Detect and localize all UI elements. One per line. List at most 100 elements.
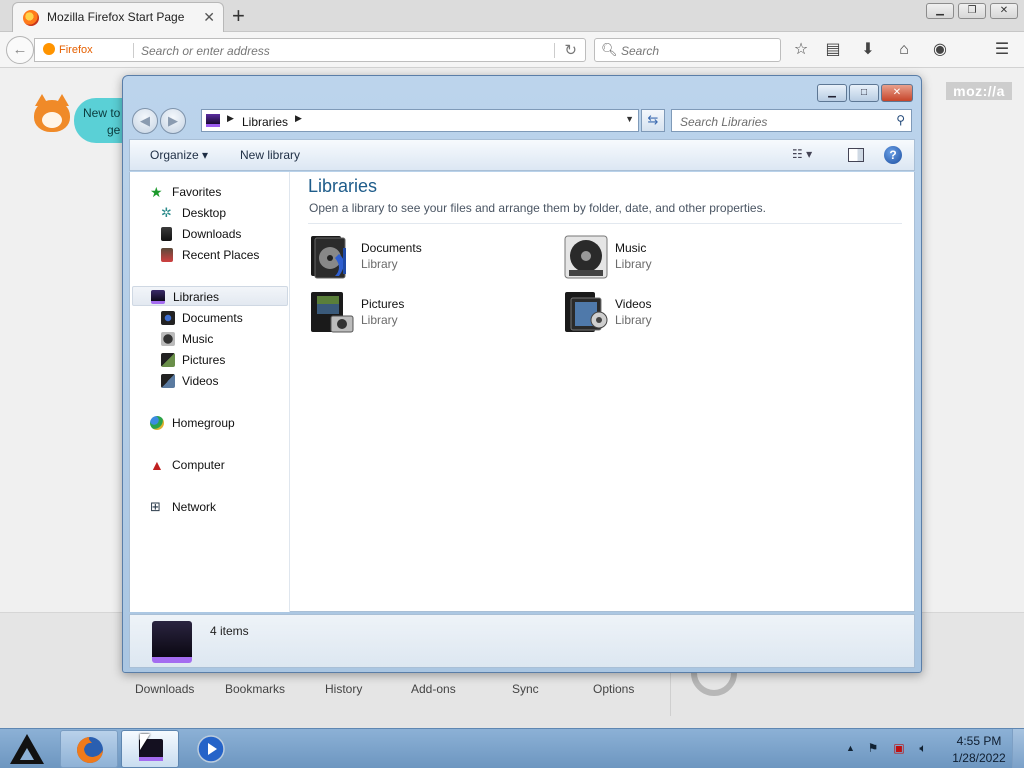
reload-icon[interactable]: ↻: [564, 41, 577, 59]
launcher-bookmarks[interactable]: Bookmarks: [225, 682, 285, 696]
organize-label: Organize: [150, 148, 199, 162]
nav-favorites[interactable]: ★ Favorites: [130, 182, 288, 202]
library-music[interactable]: Music Library: [563, 234, 793, 286]
show-hidden-icons-icon[interactable]: ▲: [846, 743, 855, 753]
nav-desktop-label: Desktop: [182, 206, 227, 220]
forward-button[interactable]: ▶: [160, 108, 186, 134]
library-documents[interactable]: Documents Library: [309, 234, 539, 286]
nav-favorites-label: Favorites: [172, 185, 222, 199]
nav-pictures[interactable]: Pictures: [130, 350, 288, 370]
nav-homegroup-label: Homegroup: [172, 416, 235, 430]
nav-computer-label: Computer: [172, 458, 225, 472]
nav-videos[interactable]: Videos: [130, 371, 288, 391]
search-input[interactable]: 🔍︎ Search: [594, 38, 781, 62]
address-bar[interactable]: ▶ Libraries ▶ ▼: [201, 109, 639, 132]
network-warning-icon[interactable]: ▣: [892, 741, 906, 755]
nav-homegroup[interactable]: Homegroup: [130, 413, 288, 433]
address-dropdown-icon[interactable]: ▼: [625, 114, 634, 124]
nav-network-label: Network: [172, 500, 217, 514]
new-tab-button[interactable]: +: [232, 3, 245, 29]
library-type: Library: [361, 313, 398, 327]
page-title: Libraries: [308, 176, 378, 196]
pictures-library-icon: [311, 292, 354, 333]
search-icon: 🔍︎: [601, 42, 618, 57]
explorer-close-button[interactable]: ✕: [881, 84, 913, 102]
firefox-titlebar: Mozilla Firefox Start Page ✕ + ▁ ❐ ✕: [0, 0, 1024, 32]
nav-libraries[interactable]: Libraries: [132, 286, 288, 306]
search-libraries-input[interactable]: Search Libraries ⚲: [671, 109, 912, 132]
launcher-addons[interactable]: Add-ons: [411, 682, 456, 696]
breadcrumb-chevron-icon[interactable]: ▶: [295, 113, 302, 124]
change-view-button[interactable]: ☷ ▾: [792, 147, 832, 165]
restore-button[interactable]: ❐: [958, 3, 986, 19]
library-pictures[interactable]: Pictures Library: [309, 290, 539, 342]
menu-icon[interactable]: ☰: [991, 40, 1013, 60]
clock-time[interactable]: 4:55 PM: [950, 734, 1008, 748]
refresh-button[interactable]: ⇆: [641, 109, 665, 132]
action-center-flag-icon[interactable]: ⚑: [866, 741, 880, 755]
nav-documents[interactable]: Documents: [130, 308, 288, 328]
clock-date[interactable]: 1/28/2022: [946, 751, 1012, 765]
launcher-divider: [670, 672, 671, 716]
network-icon: ⊞: [150, 499, 161, 514]
launcher-options[interactable]: Options: [593, 682, 634, 696]
library-type: Library: [615, 257, 652, 271]
fox-mascot-icon: [34, 94, 70, 132]
back-button[interactable]: ◀: [132, 108, 158, 134]
explorer-minimize-button[interactable]: ▁: [817, 84, 847, 102]
start-button[interactable]: [8, 732, 46, 766]
library-type: Library: [361, 257, 398, 271]
explorer-body: ★ Favorites ✲ Desktop Downloads Recent P…: [129, 172, 915, 612]
nav-desktop[interactable]: ✲ Desktop: [130, 203, 288, 223]
homegroup-icon: [150, 416, 164, 430]
tab-close-icon[interactable]: ✕: [203, 9, 215, 26]
url-bar[interactable]: Firefox Search or enter address ↻: [34, 38, 586, 62]
breadcrumb-libraries[interactable]: Libraries: [242, 115, 288, 129]
navigation-pane: ★ Favorites ✲ Desktop Downloads Recent P…: [130, 172, 290, 612]
videos-icon: [161, 374, 175, 388]
launcher-downloads[interactable]: Downloads: [135, 682, 194, 696]
reading-list-icon[interactable]: ▤: [822, 40, 844, 60]
download-icon[interactable]: ⬇: [857, 40, 879, 60]
pocket-icon[interactable]: ◉: [929, 40, 951, 60]
preview-pane-icon[interactable]: [848, 148, 864, 162]
taskbar-firefox[interactable]: [60, 730, 118, 768]
launcher-history[interactable]: History: [325, 682, 362, 696]
nav-computer[interactable]: ▲ Computer: [130, 455, 288, 475]
explorer-maximize-button[interactable]: □: [849, 84, 879, 102]
library-videos[interactable]: Videos Library: [563, 290, 793, 342]
help-icon[interactable]: ?: [884, 146, 902, 164]
tab-start-page[interactable]: Mozilla Firefox Start Page ✕: [12, 2, 224, 32]
minimize-button[interactable]: ▁: [926, 3, 954, 19]
taskbar-explorer[interactable]: [121, 730, 179, 768]
close-window-button[interactable]: ✕: [990, 3, 1018, 19]
new-library-button[interactable]: New library: [240, 148, 300, 162]
tab-title: Mozilla Firefox Start Page: [47, 10, 185, 24]
search-placeholder: Search: [621, 44, 660, 58]
show-desktop-button[interactable]: [1012, 729, 1024, 768]
organize-button[interactable]: Organize ▾: [150, 148, 208, 162]
nav-pictures-label: Pictures: [182, 353, 226, 367]
firefox-navbar: ← Firefox Search or enter address ↻ 🔍︎ S…: [0, 32, 1024, 68]
libraries-icon: [206, 114, 220, 127]
star-icon[interactable]: ☆: [790, 40, 812, 60]
identity-label[interactable]: Firefox: [43, 43, 93, 56]
volume-icon[interactable]: 🔈︎: [916, 741, 930, 755]
launcher-sync[interactable]: Sync: [512, 682, 539, 696]
nav-music[interactable]: Music: [130, 329, 288, 349]
libraries-icon: [151, 290, 165, 304]
content-pane: Libraries Open a library to see your fil…: [302, 172, 916, 612]
documents-icon: [161, 311, 175, 325]
breadcrumb-chevron-icon[interactable]: ▶: [227, 113, 234, 124]
nav-network[interactable]: ⊞ Network: [130, 497, 288, 517]
mozilla-logo: moz://a: [946, 82, 1012, 100]
nav-recent-places[interactable]: Recent Places: [130, 245, 288, 265]
taskbar-media-player[interactable]: [182, 730, 240, 768]
nav-downloads[interactable]: Downloads: [130, 224, 288, 244]
library-name: Music: [615, 241, 647, 255]
home-icon[interactable]: ⌂: [893, 40, 915, 60]
command-bar: Organize ▾ New library ☷ ▾ ?: [129, 139, 915, 171]
library-name: Pictures: [361, 297, 405, 311]
search-placeholder: Search Libraries: [680, 115, 768, 129]
back-button[interactable]: ←: [6, 36, 34, 64]
